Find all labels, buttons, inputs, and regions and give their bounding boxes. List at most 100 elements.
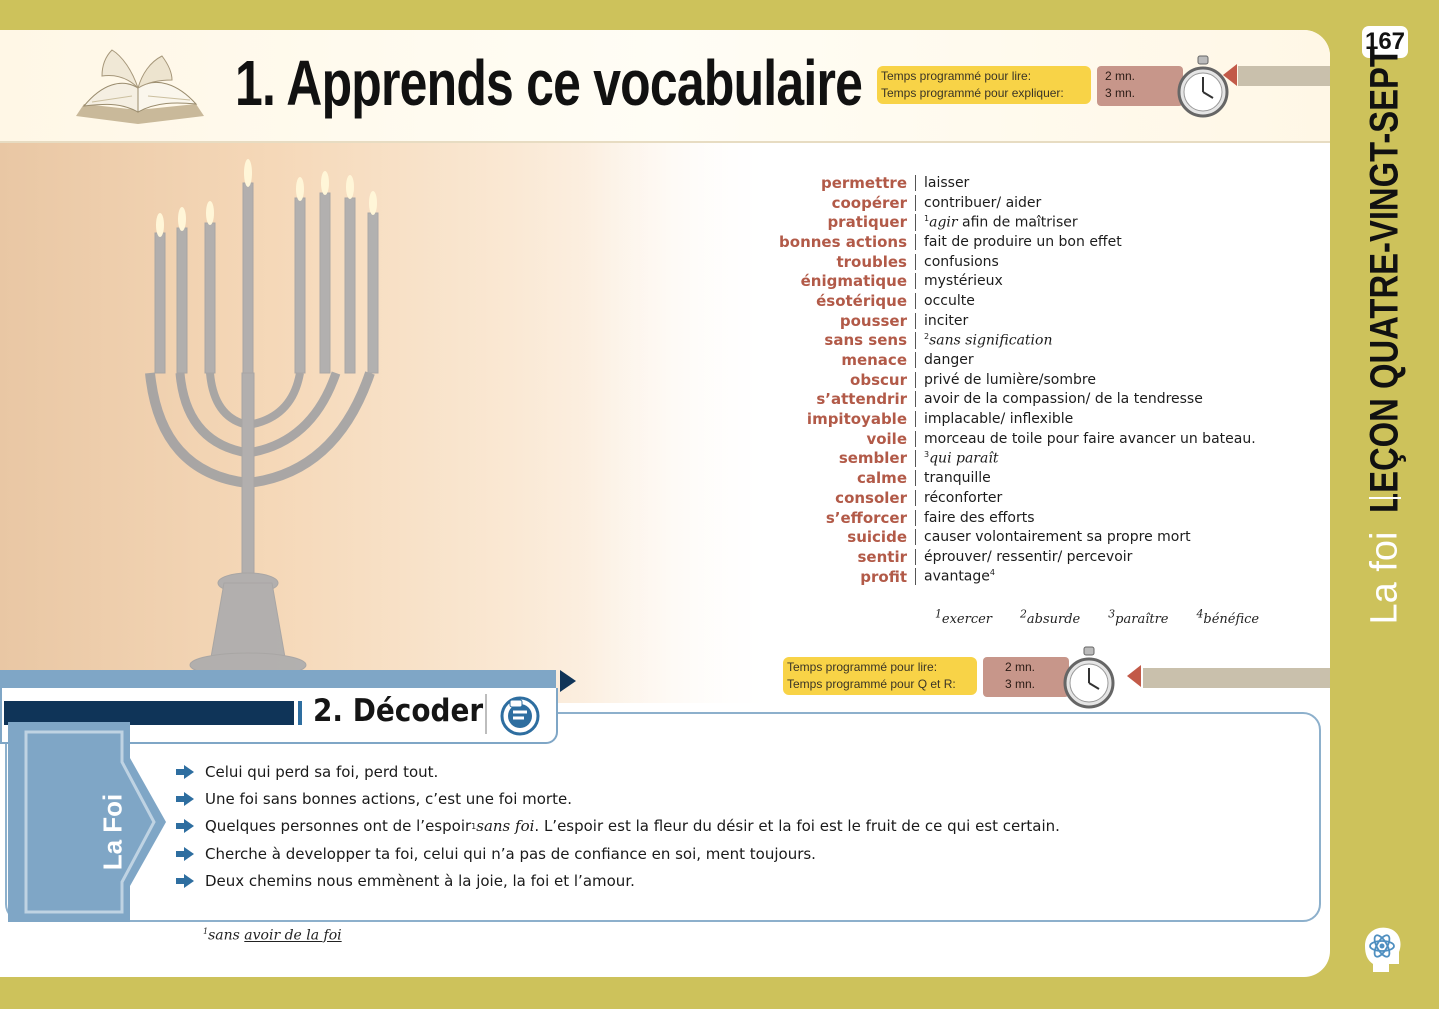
footnote-marker: 2 xyxy=(1020,608,1027,621)
timer-arrow-icon xyxy=(1223,64,1237,86)
decoder-footnote: 1sans avoir de la foi xyxy=(203,927,342,944)
timer-labels: Temps programmé pour lire: Temps program… xyxy=(877,66,1091,104)
vocab-definition: fait de produire un bon effet xyxy=(915,233,1122,250)
vocab-row: suicide causer volontairement sa propre m… xyxy=(700,527,1256,547)
vocab-row: obscur privé de lumière/sombre xyxy=(700,370,1256,390)
vocab-definition-text: avoir de la compassion/ de la tendresse xyxy=(924,391,1203,408)
vocab-term: consoler xyxy=(835,488,907,507)
vocab-row: calme tranquille xyxy=(700,468,1256,488)
vocab-definition: confusions xyxy=(915,253,999,270)
footnote-marker: 4 xyxy=(989,568,995,578)
vocab-definition-text: privé de lumière/sombre xyxy=(924,371,1096,388)
vocab-definition-text: afin de maîtriser xyxy=(957,214,1078,231)
vocab-definition-text: laisser xyxy=(924,174,970,191)
vocab-note-word: paraître xyxy=(1115,612,1169,628)
decoder-logo-icon xyxy=(500,696,540,736)
vocab-definition-text: confusions xyxy=(924,253,999,270)
vocab-definition: causer volontairement sa propre mort xyxy=(915,529,1191,546)
vocab-definition-text: occulte xyxy=(924,292,975,309)
vocab-definition-text: réconforter xyxy=(924,489,1003,506)
timer2-value-qr: 3 mn. xyxy=(1005,677,1036,691)
section1-header: 1. Apprends ce vocabulaire Temps program… xyxy=(0,30,1330,143)
vocab-note: 2absurde xyxy=(1020,608,1094,627)
section2-bar-separator xyxy=(298,701,302,725)
menorah-image xyxy=(0,143,780,703)
vocab-definition-text: tranquille xyxy=(924,470,991,487)
vocab-note: 3paraître xyxy=(1108,608,1182,628)
decoder-line-text: . L’espoir est la fleur du désir et la f… xyxy=(534,817,1060,836)
brain-atom-icon xyxy=(1365,927,1401,972)
vocab-note-word: bénéfice xyxy=(1203,612,1260,628)
lesson-title-text: LEÇON QUATRE-VINGT-SEPT xyxy=(1362,47,1407,513)
vocab-definition-text: éprouver/ ressentir/ percevoir xyxy=(924,548,1133,565)
stopwatch-icon xyxy=(1063,646,1115,709)
vocab-row: énigmatique mystérieux xyxy=(700,271,1256,291)
vocabulary-notes: 1exercer 2absurde 3paraître 4bénéfice xyxy=(935,608,1287,627)
vocab-definition: danger xyxy=(915,352,974,369)
vocab-definition: implacable/ inflexible xyxy=(915,411,1074,428)
vocab-row: permettre laisser xyxy=(700,173,1256,193)
section2-arrow-icon xyxy=(560,670,576,692)
vocab-row: menace danger xyxy=(700,350,1256,370)
vocab-row: impitoyable implacable/ inflexible xyxy=(700,409,1256,429)
footnote-marker: 1 xyxy=(935,608,942,621)
timer-values: 2 mn. 3 mn. xyxy=(1097,66,1183,106)
arrow-bullet-icon xyxy=(176,819,194,834)
section2-header-bar xyxy=(0,670,556,688)
theme-title-text: La foi xyxy=(1363,531,1406,625)
decoder-line-text: Celui qui perd sa foi, perd tout. xyxy=(205,762,439,781)
timer2-label-read: Temps programmé pour lire: xyxy=(787,660,938,674)
timer2-value-read: 2 mn. xyxy=(1005,660,1036,674)
vocab-definition-italic: qui paraît xyxy=(929,450,999,467)
vocab-row: consoler réconforter xyxy=(700,488,1256,508)
vocab-row: bonnes actions fait de produire un bon ef… xyxy=(700,232,1256,252)
vocab-term: coopérer xyxy=(831,193,907,212)
vocab-term: sembler xyxy=(838,449,907,468)
vocab-definition: inciter xyxy=(915,312,969,329)
vocab-definition: 1agir afin de maîtriser xyxy=(915,213,1078,231)
vocab-definition-text: causer volontairement sa propre mort xyxy=(924,529,1191,546)
decoder-line: Cherche à developper ta foi, celui qui n… xyxy=(175,840,1060,867)
timer2-labels: Temps programmé pour lire: Temps program… xyxy=(783,657,977,695)
timer2-track xyxy=(1143,668,1330,688)
vocab-definition: morceau de toile pour faire avancer un b… xyxy=(915,430,1256,447)
decoder-line: Celui qui perd sa foi, perd tout. xyxy=(175,758,1060,785)
arrow-bullet-icon xyxy=(176,874,194,889)
vocab-term: obscur xyxy=(850,370,907,389)
vocab-term: troubles xyxy=(836,252,907,271)
decoder-line-text: Une foi sans bonnes actions, c’est une f… xyxy=(205,790,572,809)
timer-value-explain: 3 mn. xyxy=(1105,86,1136,100)
vocabulary-list: permettre laisser coopérer contribuer/ aide… xyxy=(700,173,1256,586)
vocab-term: menace xyxy=(841,351,907,370)
vocab-definition: réconforter xyxy=(915,489,1003,506)
vocab-row: voile morceau de toile pour faire avancer… xyxy=(700,429,1256,449)
vocab-definition: 3qui paraît xyxy=(915,450,998,467)
vocab-term: suicide xyxy=(847,528,907,547)
open-book-icon xyxy=(76,49,204,124)
side-label-text: La Foi xyxy=(97,793,128,871)
timer2-label-qr: Temps programmé pour Q et R: xyxy=(787,677,956,691)
footnote-underlined: avoir de la foi xyxy=(244,927,342,944)
section1-title: 1. Apprends ce vocabulaire xyxy=(235,47,863,119)
side-divider xyxy=(1369,497,1401,499)
decoder-lines: Celui qui perd sa foi, perd tout. Une foi… xyxy=(175,758,1060,895)
section2-side-label: La Foi xyxy=(98,794,128,871)
menorah-illustration xyxy=(0,143,780,703)
vocab-term: voile xyxy=(866,429,907,448)
vocab-definition: contribuer/ aider xyxy=(915,194,1041,211)
vocab-row: sentir éprouver/ ressentir/ percevoir xyxy=(700,547,1256,567)
decoder-line-text: Cherche à developper ta foi, celui qui n… xyxy=(205,844,816,863)
vocab-row: s’attendrir avoir de la compassion/ de la… xyxy=(700,390,1256,410)
vocab-definition: 2sans signification xyxy=(915,332,1052,349)
decoder-line: Une foi sans bonnes actions, c’est une f… xyxy=(175,785,1060,812)
section2-title: 2. Décoder xyxy=(313,693,484,729)
vocab-definition: avantage4 xyxy=(915,568,995,585)
vocab-definition-text: inciter xyxy=(924,312,969,329)
vocab-definition-text: implacable/ inflexible xyxy=(924,411,1074,428)
arrow-bullet-icon xyxy=(176,846,194,861)
vocab-row: troubles confusions xyxy=(700,252,1256,272)
vocab-term: profit xyxy=(860,567,907,586)
vocab-row: profit avantage4 xyxy=(700,567,1256,587)
vocab-row: coopérer contribuer/ aider xyxy=(700,193,1256,213)
arrow-bullet-icon xyxy=(176,764,194,779)
